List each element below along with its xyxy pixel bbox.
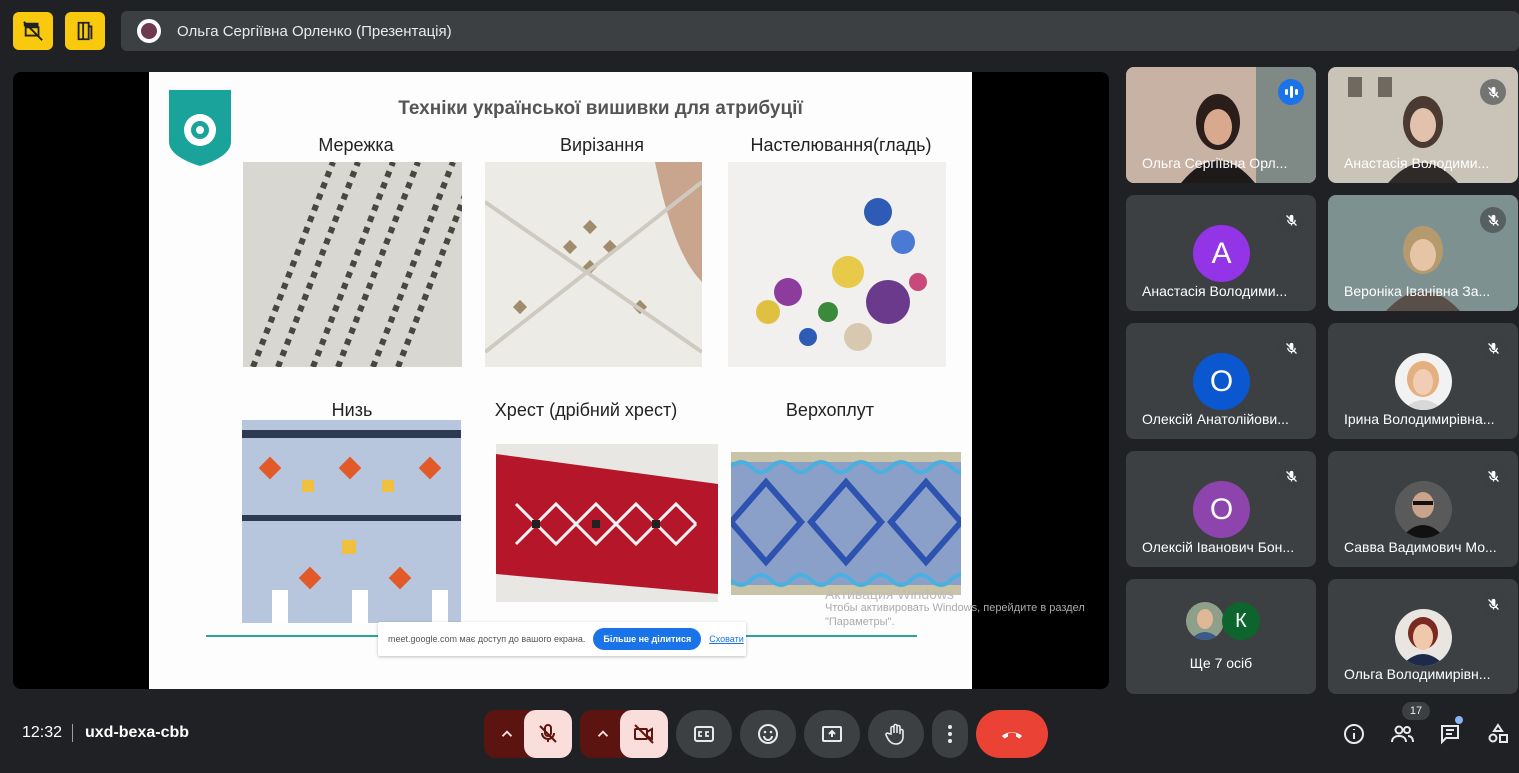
info-icon: [1344, 724, 1364, 744]
layout-button[interactable]: [65, 12, 105, 50]
mic-off-icon: [1480, 463, 1506, 489]
participant-name: Вероніка Іванівна За...: [1344, 283, 1491, 299]
more-vert-icon: [948, 725, 952, 743]
khrest-image: [496, 444, 718, 602]
participant-avatar: О: [1193, 481, 1250, 538]
mic-off-icon: [1278, 335, 1304, 361]
presenter-label: Ольга Сергіївна Орленко (Презентація): [177, 22, 452, 40]
vyrizannia-image: [485, 162, 702, 367]
more-participants-label: Ще 7 осіб: [1189, 655, 1253, 671]
windows-activation-watermark: Активация Windows Чтобы активировать Win…: [825, 587, 1085, 629]
participant-name: Ірина Володимирівна...: [1344, 411, 1495, 427]
activities-icon: [1488, 723, 1508, 743]
layout-icon: [77, 21, 93, 41]
nyz-image: [242, 420, 461, 623]
participant-avatar: К: [1222, 602, 1260, 640]
technique-label: Низь: [331, 400, 373, 420]
more-participants-tile[interactable]: К Ще 7 осіб: [1126, 579, 1316, 694]
participant-name: Савва Вадимович Мо...: [1344, 539, 1497, 555]
participant-name: Олексій Анатолійови...: [1142, 411, 1289, 427]
technique-label: Верхоплут: [785, 400, 875, 420]
participant-tile[interactable]: О Олексій Іванович Бон...: [1126, 451, 1316, 567]
hand-icon: [885, 723, 904, 745]
screen-share-off-button[interactable]: [13, 12, 53, 50]
participant-name: Ольга Сергіївна Орл...: [1142, 155, 1288, 171]
screen-share-notice: meet.google.com має доступ до вашого екр…: [378, 622, 746, 656]
participant-tile[interactable]: А Анастасія Володими...: [1126, 195, 1316, 311]
technique-label: Настелювання(гладь): [750, 135, 932, 155]
presenter-avatar: [137, 19, 161, 43]
watermark-text: Чтобы активировать Windows, перейдите в …: [825, 602, 1085, 628]
participant-count-badge: 17: [1402, 702, 1430, 720]
people-button[interactable]: [1386, 720, 1418, 748]
chevron-up-icon: [597, 730, 609, 737]
mic-off-icon: [1480, 335, 1506, 361]
participant-name: Анастасія Володими...: [1142, 283, 1288, 299]
share-notice-text: meet.google.com має доступ до вашого екр…: [388, 634, 586, 644]
captions-icon: [694, 726, 714, 742]
chat-notification-dot: [1455, 716, 1463, 724]
emoji-icon: [758, 724, 778, 744]
presentation-slide: Техніки української вишивки для атрибуці…: [149, 72, 1085, 689]
present-button[interactable]: [804, 710, 860, 758]
chat-icon: [1441, 725, 1459, 745]
raise-hand-button[interactable]: [868, 710, 924, 758]
participant-name: Олексій Іванович Бон...: [1142, 539, 1295, 555]
participant-tile[interactable]: Ольга Володимирівн...: [1328, 579, 1518, 694]
participant-avatar: [1395, 609, 1452, 666]
captions-button[interactable]: [676, 710, 732, 758]
reactions-button[interactable]: [740, 710, 796, 758]
camera-toggle-button[interactable]: [620, 710, 668, 758]
present-screen-icon: [822, 726, 842, 742]
mic-off-icon: [1278, 207, 1304, 233]
leave-call-button[interactable]: [976, 710, 1048, 758]
people-icon: [1391, 725, 1414, 743]
participant-tile[interactable]: Вероніка Іванівна За...: [1328, 195, 1518, 311]
mic-toggle-button[interactable]: [524, 710, 572, 758]
participant-name: Анастасія Володими...: [1344, 155, 1490, 171]
watermark-title: Активация Windows: [825, 586, 955, 602]
mic-off-icon: [1480, 79, 1506, 105]
participant-tile[interactable]: О Олексій Анатолійови...: [1126, 323, 1316, 439]
nastel-image: [728, 162, 946, 367]
hide-link[interactable]: Сховати: [709, 634, 744, 644]
mic-off-icon: [1278, 463, 1304, 489]
merezhka-image: [243, 162, 462, 367]
mic-off-icon: [539, 724, 557, 743]
chevron-up-icon: [501, 730, 513, 737]
presenter-banner: Ольга Сергіївна Орленко (Презентація): [121, 11, 1519, 51]
participant-name: Ольга Володимирівн...: [1344, 666, 1491, 682]
more-options-button[interactable]: [932, 710, 968, 758]
meeting-code: uxd-bexa-cbb: [85, 724, 190, 741]
participant-avatar: [1395, 481, 1452, 538]
participant-tile[interactable]: Савва Вадимович Мо...: [1328, 451, 1518, 567]
participant-tile[interactable]: Ольга Сергіївна Орл...: [1126, 67, 1316, 183]
participant-avatar: [1186, 602, 1224, 640]
mic-off-icon: [1480, 591, 1506, 617]
participant-avatar: О: [1193, 353, 1250, 410]
presentation-off-icon: [23, 21, 43, 41]
meeting-details-button[interactable]: [1338, 720, 1370, 748]
participant-avatar: А: [1193, 225, 1250, 282]
activities-button[interactable]: [1482, 720, 1514, 748]
participant-tile[interactable]: Анастасія Володими...: [1328, 67, 1518, 183]
call-end-icon: [1002, 732, 1022, 739]
technique-label: Вирізання: [560, 135, 644, 155]
camera-off-icon: [634, 724, 654, 744]
slide-title: Техніки української вишивки для атрибуці…: [398, 98, 803, 119]
technique-label: Хрест (дрібний хрест): [494, 400, 678, 420]
chat-button[interactable]: [1434, 720, 1466, 748]
presentation-stage: Техніки української вишивки для атрибуці…: [13, 72, 1109, 689]
mic-off-icon: [1480, 207, 1506, 233]
meeting-time: 12:32: [22, 724, 63, 741]
participant-avatar: [1395, 353, 1452, 410]
speaking-indicator-icon: [1278, 79, 1304, 105]
participant-tile[interactable]: Ірина Володимирівна...: [1328, 323, 1518, 439]
verkhoplut-image: [731, 452, 961, 595]
technique-label: Мережка: [318, 135, 394, 155]
divider: [72, 724, 73, 742]
stop-sharing-button[interactable]: Більше не ділитися: [593, 628, 702, 650]
